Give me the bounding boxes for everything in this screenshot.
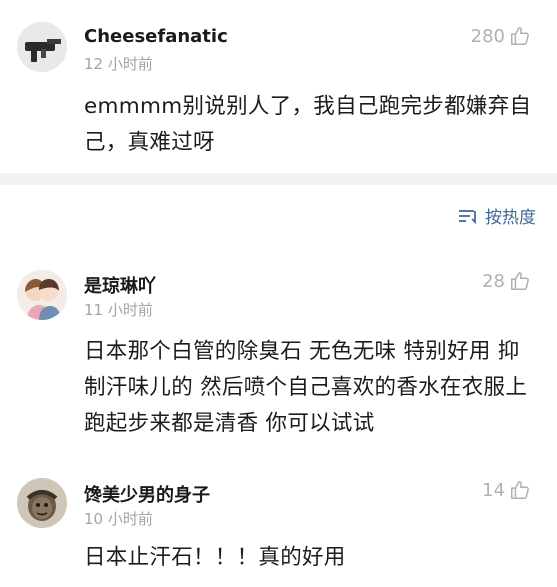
section-divider — [0, 173, 557, 185]
timestamp: 12 小时前 — [84, 55, 153, 73]
avatar[interactable] — [17, 270, 67, 320]
comment-text: 日本那个白管的除臭石 无色无味 特别好用 抑制汗味儿的 然后喷个自己喜欢的香水在… — [84, 339, 528, 436]
meme-face-avatar-icon — [17, 478, 67, 528]
like-button[interactable]: 28 — [482, 270, 531, 292]
avatar[interactable] — [17, 22, 67, 72]
thumbs-up-icon — [511, 272, 529, 290]
like-count: 28 — [482, 270, 505, 292]
like-count: 14 — [482, 479, 505, 501]
like-button[interactable]: 14 — [482, 479, 531, 501]
timestamp: 11 小时前 — [84, 301, 153, 319]
like-button[interactable]: 280 — [471, 25, 531, 47]
couple-cartoon-avatar-icon — [17, 270, 67, 320]
thumbs-up-icon — [511, 481, 529, 499]
sort-label: 按热度 — [485, 208, 536, 228]
username[interactable]: Cheesefanatic — [84, 26, 228, 47]
thumbs-up-icon — [511, 27, 529, 45]
timestamp: 10 小时前 — [84, 510, 153, 528]
sort-by-hot-button[interactable]: 按热度 — [457, 203, 536, 228]
gun-photo-avatar-icon — [17, 22, 67, 72]
sort-lines-icon — [459, 209, 476, 224]
comment-text: emmmm别说别人了，我自己跑完步都嫌弃自己，真难过呀 — [84, 94, 532, 155]
username[interactable]: 是琼琳吖 — [84, 272, 156, 298]
like-count: 280 — [470, 25, 505, 47]
username[interactable]: 馋美少男的身子 — [84, 481, 210, 507]
avatar[interactable] — [17, 478, 67, 528]
comment-text: 日本止汗石！！！真的好用 — [84, 545, 346, 570]
